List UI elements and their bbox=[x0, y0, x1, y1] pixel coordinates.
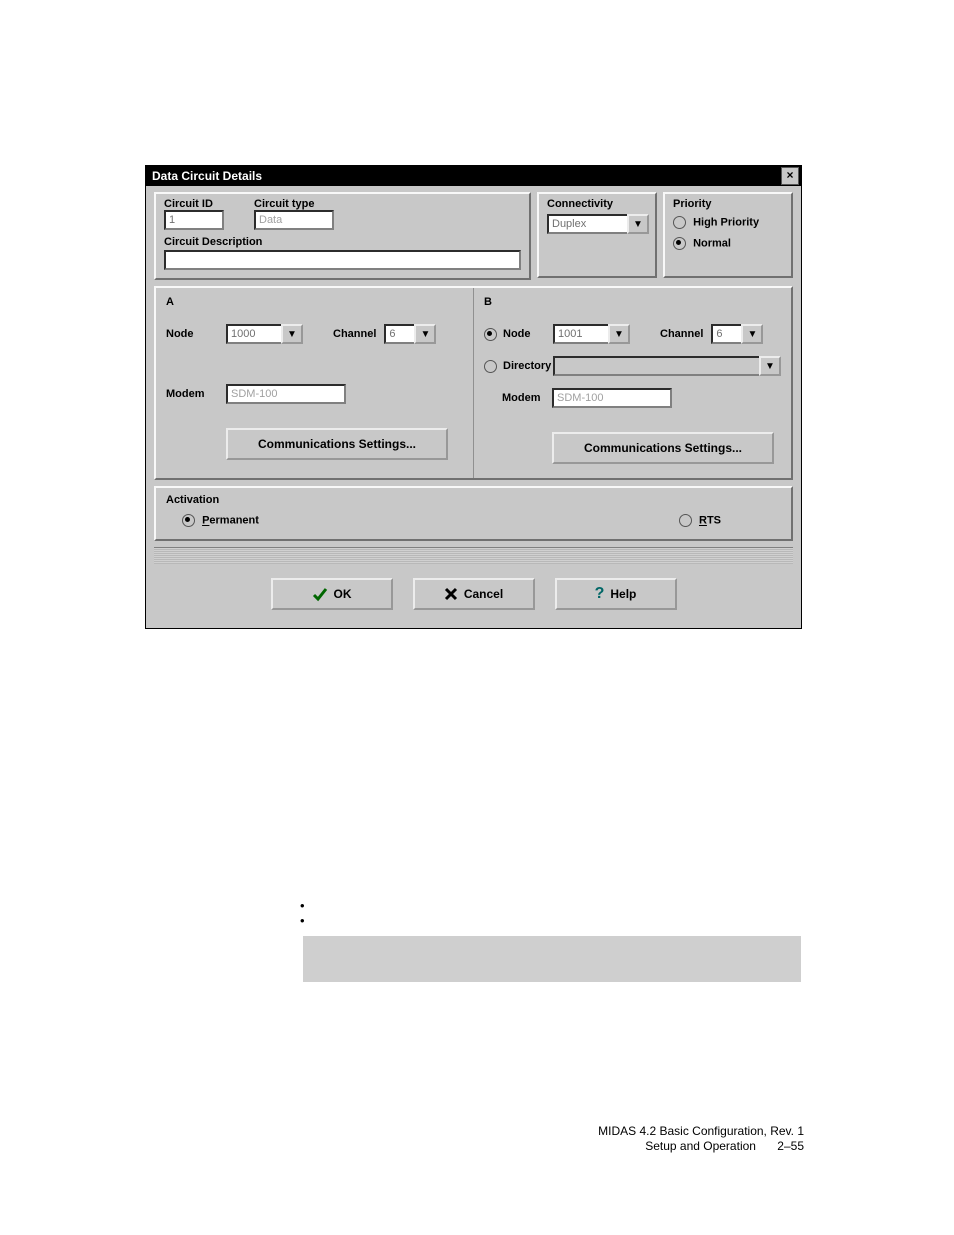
chevron-down-icon[interactable]: ▼ bbox=[741, 324, 763, 344]
activation-rts-radio[interactable] bbox=[679, 514, 692, 527]
activation-title: Activation bbox=[166, 494, 781, 506]
b-channel-label: Channel bbox=[660, 328, 703, 340]
chevron-down-icon[interactable]: ▼ bbox=[627, 214, 649, 234]
ok-button[interactable]: OK bbox=[271, 578, 393, 610]
priority-normal-radio[interactable] bbox=[673, 237, 686, 250]
data-circuit-details-dialog: Data Circuit Details × Circuit ID Circui… bbox=[145, 165, 802, 629]
b-node-select[interactable]: ▼ bbox=[553, 324, 630, 344]
side-b: B Node ▼ Channel ▼ bbox=[474, 288, 791, 478]
question-icon: ? bbox=[595, 585, 605, 603]
b-directory-select[interactable]: ▼ bbox=[553, 356, 781, 376]
b-comm-settings-label: Communications Settings... bbox=[584, 441, 742, 455]
cancel-label: Cancel bbox=[464, 587, 503, 601]
priority-normal-label: Normal bbox=[693, 238, 731, 250]
b-node-value[interactable] bbox=[553, 324, 608, 344]
x-icon bbox=[444, 587, 458, 601]
connectivity-select[interactable]: ▼ bbox=[547, 214, 649, 234]
highlight-strip bbox=[303, 936, 801, 982]
document-bullets bbox=[300, 898, 318, 928]
activation-permanent-radio[interactable] bbox=[182, 514, 195, 527]
priority-panel: Priority High Priority Normal bbox=[663, 192, 793, 278]
b-modem-label: Modem bbox=[502, 392, 552, 404]
chevron-down-icon[interactable]: ▼ bbox=[414, 324, 436, 344]
circuit-id-input[interactable] bbox=[164, 210, 224, 230]
bullet-item bbox=[300, 898, 318, 913]
check-icon bbox=[312, 586, 328, 602]
bullet-item bbox=[300, 913, 318, 928]
a-channel-value[interactable] bbox=[384, 324, 414, 344]
circuit-type-label: Circuit type bbox=[254, 198, 334, 210]
b-directory-radio[interactable] bbox=[484, 360, 497, 373]
connectivity-panel: Connectivity ▼ bbox=[537, 192, 657, 278]
activation-rts-label: RTSRTS bbox=[699, 515, 721, 527]
circuit-id-label: Circuit ID bbox=[164, 198, 224, 210]
grip-area bbox=[154, 548, 793, 564]
help-button[interactable]: ? Help bbox=[555, 578, 677, 610]
ab-panel: A Node ▼ Channel ▼ Mo bbox=[154, 286, 793, 480]
priority-label: Priority bbox=[673, 198, 783, 210]
priority-high-label: High Priority bbox=[693, 217, 759, 229]
chevron-down-icon[interactable]: ▼ bbox=[608, 324, 630, 344]
side-b-title: B bbox=[484, 296, 781, 308]
a-comm-settings-label: Communications Settings... bbox=[258, 437, 416, 451]
b-modem-input bbox=[552, 388, 672, 408]
chevron-down-icon[interactable]: ▼ bbox=[281, 324, 303, 344]
a-channel-label: Channel bbox=[333, 328, 376, 340]
circuit-description-label: Circuit Description bbox=[164, 236, 521, 248]
footer-line-2a: Setup and Operation bbox=[645, 1139, 756, 1153]
activation-permanent-label: PPermanentermanent bbox=[202, 515, 259, 527]
a-node-select[interactable]: ▼ bbox=[226, 324, 303, 344]
b-node-label: Node bbox=[503, 328, 553, 340]
footer-page-number: 2–55 bbox=[777, 1139, 804, 1153]
circuit-description-input[interactable] bbox=[164, 250, 521, 270]
circuit-type-input bbox=[254, 210, 334, 230]
activation-panel: Activation PPermanentermanent RTSRTS bbox=[154, 486, 793, 541]
b-comm-settings-button[interactable]: Communications Settings... bbox=[552, 432, 774, 464]
a-modem-label: Modem bbox=[166, 388, 226, 400]
cancel-button[interactable]: Cancel bbox=[413, 578, 535, 610]
side-a: A Node ▼ Channel ▼ Mo bbox=[156, 288, 474, 478]
connectivity-label: Connectivity bbox=[547, 198, 647, 210]
page-footer: MIDAS 4.2 Basic Configuration, Rev. 1 Se… bbox=[598, 1124, 804, 1155]
chevron-down-icon[interactable]: ▼ bbox=[759, 356, 781, 376]
a-channel-select[interactable]: ▼ bbox=[384, 324, 436, 344]
connectivity-value[interactable] bbox=[547, 214, 627, 234]
ok-label: OK bbox=[334, 587, 352, 601]
dialog-title: Data Circuit Details bbox=[152, 169, 262, 183]
dialog-button-row: OK Cancel ? Help bbox=[154, 564, 793, 620]
b-node-radio[interactable] bbox=[484, 328, 497, 341]
circuit-panel: Circuit ID Circuit type Circuit Descript… bbox=[154, 192, 531, 280]
footer-line-1: MIDAS 4.2 Basic Configuration, Rev. 1 bbox=[598, 1124, 804, 1140]
dialog-titlebar: Data Circuit Details × bbox=[146, 166, 801, 186]
help-label: Help bbox=[610, 587, 636, 601]
priority-high-radio[interactable] bbox=[673, 216, 686, 229]
b-channel-value[interactable] bbox=[711, 324, 741, 344]
side-a-title: A bbox=[166, 296, 463, 308]
a-node-label: Node bbox=[166, 328, 226, 340]
a-modem-input bbox=[226, 384, 346, 404]
b-directory-input bbox=[553, 356, 759, 376]
close-icon[interactable]: × bbox=[781, 167, 799, 185]
b-directory-label: Directory bbox=[503, 360, 553, 372]
a-node-value[interactable] bbox=[226, 324, 281, 344]
b-channel-select[interactable]: ▼ bbox=[711, 324, 763, 344]
a-comm-settings-button[interactable]: Communications Settings... bbox=[226, 428, 448, 460]
